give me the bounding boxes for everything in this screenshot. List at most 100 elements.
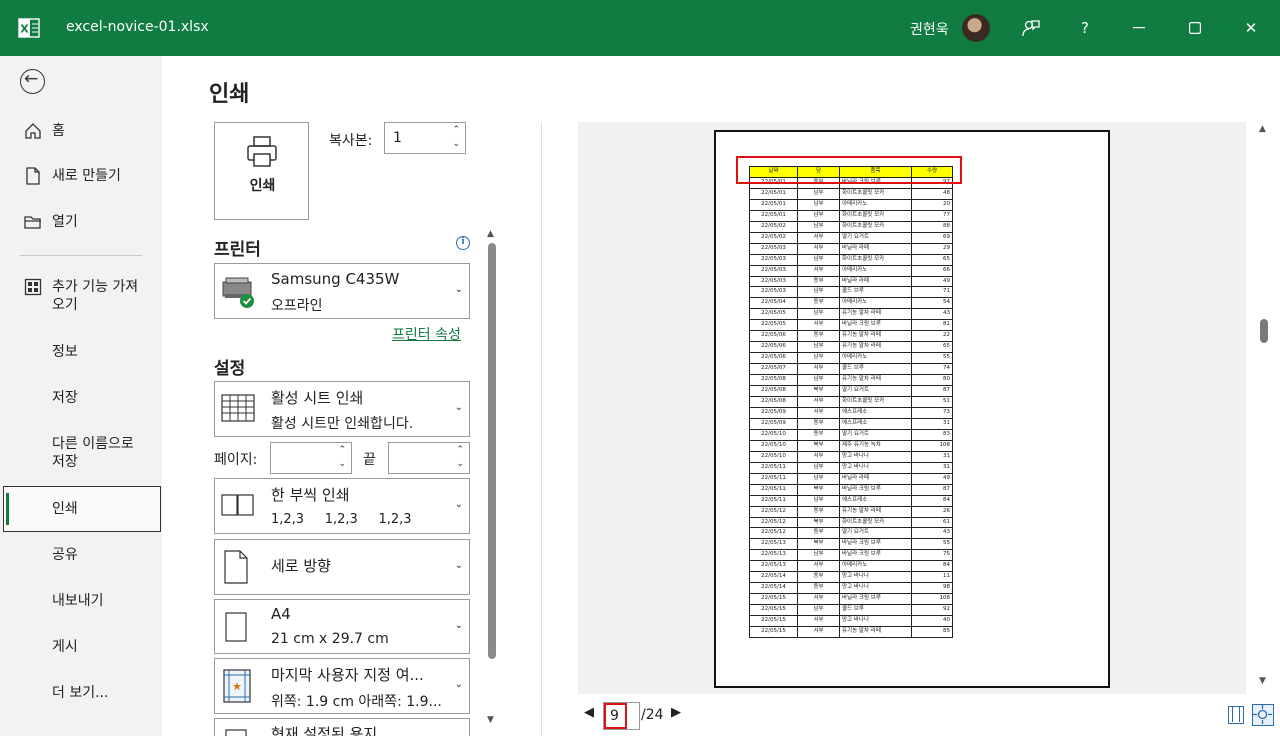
total-pages: /24 — [641, 707, 664, 723]
table-cell: 남부 — [797, 220, 840, 233]
scroll-thumb[interactable] — [488, 243, 496, 659]
table-cell: 남부 — [797, 472, 840, 485]
scroll-up-icon[interactable]: ▲ — [487, 229, 494, 239]
excel-logo-icon: X — [18, 18, 40, 38]
table-cell: 22/05/14 — [749, 571, 798, 584]
table-cell: 22/05/03 — [749, 264, 798, 277]
scaling-select[interactable]: 현재 설정된 용지 — [214, 718, 470, 736]
table-cell: 22/05/03 — [749, 275, 798, 288]
table-cell: 22/05/11 — [749, 483, 798, 496]
table-cell: 69 — [911, 231, 953, 244]
user-name[interactable]: 권현욱 — [910, 19, 949, 39]
maximize-icon[interactable] — [1180, 14, 1210, 42]
back-icon[interactable] — [20, 69, 45, 94]
table-cell: 71 — [911, 286, 953, 299]
chevron-down-icon[interactable]: ⌄ — [452, 139, 460, 149]
minimize-icon[interactable] — [1124, 14, 1154, 42]
table-row: 22/05/08 남부 유기농 말차 라떼 80 — [749, 374, 953, 387]
table-cell: 73 — [911, 406, 953, 419]
table-cell: 88 — [911, 220, 953, 233]
avatar[interactable] — [962, 14, 990, 42]
table-body: 22/05/01 동부 바닐라 크림 브루 97 22/05/01 남부 화이트초콜릿 모카… — [749, 176, 953, 638]
chevron-up-icon[interactable]: ⌃ — [338, 445, 346, 455]
table-cell: 22/05/03 — [749, 253, 798, 266]
nav-item-label: 홈 — [52, 123, 65, 139]
show-margins-icon[interactable] — [1228, 706, 1244, 724]
table-cell: 29 — [911, 242, 953, 255]
table-cell: 망고 바나나 — [839, 615, 912, 628]
table-cell: 22/05/05 — [749, 319, 798, 332]
printer-properties-link[interactable]: 프린터 속성 — [392, 324, 461, 344]
table-cell: 유기농 말차 라떼 — [839, 308, 912, 321]
table-cell: 22/05/09 — [749, 406, 798, 419]
chevron-down-icon[interactable]: ⌄ — [456, 459, 464, 469]
table-row: 22/05/15 서부 망고 바나나 40 — [749, 615, 953, 628]
table-cell: 동부 — [797, 571, 840, 584]
printer-heading: 프린터 — [214, 240, 261, 260]
previous-page-icon[interactable]: ◀ — [584, 705, 594, 720]
table-cell: 북부 — [797, 538, 840, 551]
table-cell: 22/05/03 — [749, 242, 798, 255]
chevron-down-icon: ⌄ — [454, 499, 463, 510]
table-cell: 108 — [911, 593, 953, 606]
margins-icon: ★ — [223, 669, 251, 703]
chevron-up-icon[interactable]: ⌃ — [452, 125, 460, 135]
print-what-select[interactable]: 활성 시트 인쇄 활성 시트만 인쇄합니다. ⌄ — [214, 381, 470, 437]
page-number-highlight — [604, 703, 627, 729]
table-cell: 바닐라 라떼 — [839, 472, 912, 485]
svg-text:★: ★ — [232, 680, 242, 693]
pages-from-input[interactable]: ⌃ ⌄ — [270, 442, 352, 474]
feedback-icon[interactable] — [1016, 14, 1046, 42]
preview-scrollbar[interactable]: ▲ ▼ — [1257, 122, 1271, 692]
table-cell: 22/05/09 — [749, 417, 798, 430]
title-bar: X excel-novice-01.xlsx 권현욱 ? ✕ — [0, 0, 1280, 56]
orientation-select[interactable]: 세로 방향 ⌄ — [214, 539, 470, 595]
table-row: 22/05/10 서부 망고 바나나 31 — [749, 450, 953, 463]
copies-value: 1 — [393, 130, 402, 146]
margins-select[interactable]: ★ 마지막 사용자 지정 여... 위쪽: 1.9 cm 아래쪽: 1.9...… — [214, 658, 470, 714]
print-button[interactable]: 인쇄 — [214, 122, 309, 220]
scroll-down-icon[interactable]: ▼ — [1259, 676, 1266, 686]
table-cell: 22/05/12 — [749, 516, 798, 529]
collate-select[interactable]: 한 부씩 인쇄 1,2,3 1,2,3 1,2,3 ⌄ — [214, 478, 470, 534]
setting-line1: A4 — [271, 605, 291, 623]
table-row: 22/05/04 동부 아메리카노 54 — [749, 297, 953, 310]
table-cell: 48 — [911, 187, 953, 200]
chevron-down-icon[interactable]: ⌄ — [338, 459, 346, 469]
new-doc-icon — [26, 167, 40, 185]
printer-select[interactable]: Samsung C435W 오프라인 ⌄ — [214, 263, 470, 319]
next-page-icon[interactable]: ▶ — [671, 705, 681, 720]
nav-item-label: 저장 — [52, 454, 78, 470]
table-cell: 바닐라 크림 브루 — [839, 549, 912, 562]
table-cell: 22/05/14 — [749, 582, 798, 595]
scroll-down-icon[interactable]: ▼ — [487, 715, 494, 725]
nav-item-label: 공유 — [52, 547, 78, 563]
table-cell: 망고 바나나 — [839, 582, 912, 595]
table-cell: 87 — [911, 385, 953, 398]
paper-size-select[interactable]: A4 21 cm x 29.7 cm ⌄ — [214, 599, 470, 654]
pages-to-input[interactable]: ⌃ ⌄ — [388, 442, 470, 474]
table-cell: 22/05/02 — [749, 231, 798, 244]
table-cell: 22/05/15 — [749, 615, 798, 628]
table-cell: 22/05/15 — [749, 604, 798, 617]
settings-scrollbar[interactable]: ▲ ▼ — [485, 227, 499, 733]
scroll-thumb[interactable] — [1260, 319, 1268, 343]
scroll-up-icon[interactable]: ▲ — [1259, 124, 1266, 134]
table-cell: 98 — [911, 582, 953, 595]
nav-item-print-selected[interactable] — [3, 486, 161, 532]
printer-icon — [247, 136, 277, 167]
copies-stepper[interactable]: 1 ⌃ ⌄ — [384, 122, 466, 154]
zoom-to-page-icon[interactable] — [1252, 704, 1274, 726]
table-cell: 22 — [911, 330, 953, 343]
settings-heading: 설정 — [214, 359, 246, 379]
nav-item-label: 더 보기... — [52, 685, 109, 701]
help-icon[interactable]: ? — [1070, 14, 1100, 42]
table-cell: 화이트초콜릿 모카 — [839, 187, 912, 200]
table-row: 22/05/03 서부 바닐라 라떼 29 — [749, 242, 953, 255]
info-icon[interactable]: i — [456, 236, 470, 250]
chevron-up-icon[interactable]: ⌃ — [456, 445, 464, 455]
table-row: 22/05/11 남부 망고 바나나 31 — [749, 461, 953, 474]
table-cell: 31 — [911, 461, 953, 474]
close-icon[interactable]: ✕ — [1236, 14, 1266, 42]
table-cell: 아메리카노 — [839, 198, 912, 211]
